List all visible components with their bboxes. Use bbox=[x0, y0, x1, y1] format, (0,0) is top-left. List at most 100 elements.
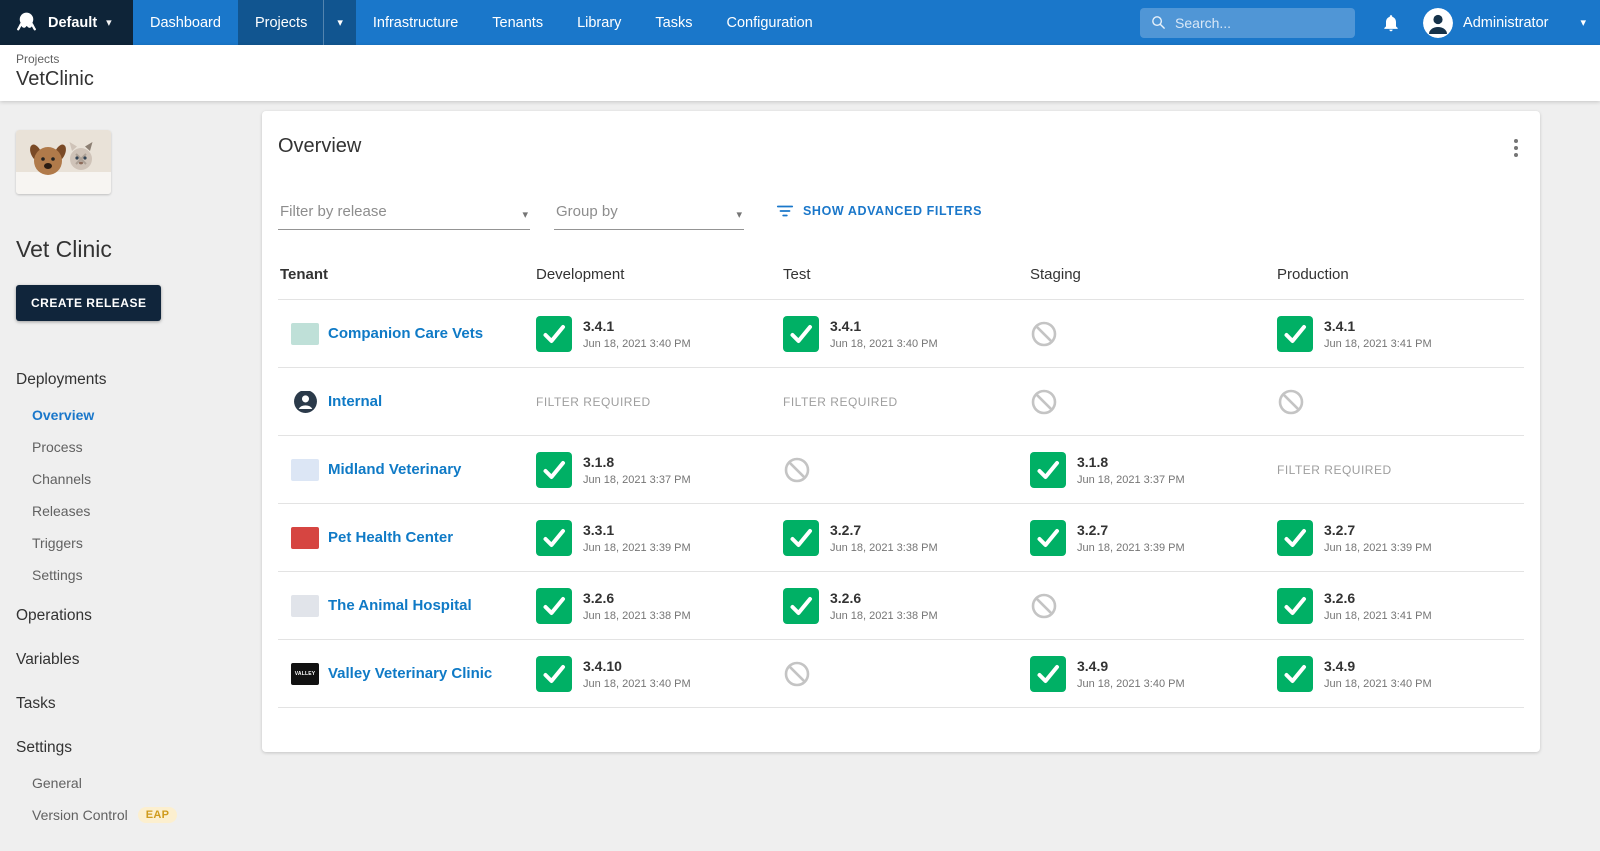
space-switcher[interactable]: Default ▾ bbox=[0, 0, 133, 45]
search-input[interactable] bbox=[1175, 14, 1346, 31]
deployment-cell-development: 3.1.8 Jun 18, 2021 3:37 PM bbox=[536, 451, 783, 488]
nav-item-projects[interactable]: Projects ▾ bbox=[237, 0, 356, 45]
tenant-link[interactable]: Internal bbox=[328, 393, 382, 410]
release-date: Jun 18, 2021 3:37 PM bbox=[583, 473, 691, 486]
success-check-icon bbox=[783, 587, 819, 624]
space-label: Default bbox=[48, 14, 98, 31]
deployment-cell-test: 3.2.7 Jun 18, 2021 3:38 PM bbox=[783, 519, 1030, 556]
deployment-cell-staging bbox=[1030, 592, 1277, 620]
nav-item-label: Projects bbox=[254, 14, 308, 31]
tenant-person-icon bbox=[291, 390, 319, 413]
nav-item-configuration[interactable]: Configuration bbox=[709, 0, 829, 45]
table-row-valley-veterinary-clinic: VALLEY Valley Veterinary Clinic 3.4.10 Jun … bbox=[278, 640, 1524, 708]
user-menu-chevron-icon[interactable]: ▾ bbox=[1580, 16, 1586, 29]
sidebar-section-variables[interactable]: Variables bbox=[16, 641, 246, 679]
sidebar-section-deployments[interactable]: Deployments bbox=[16, 361, 246, 399]
deployment-cell-staging bbox=[1030, 388, 1277, 416]
sidebar-item-settings[interactable]: Settings bbox=[16, 559, 246, 591]
deployment-cell-development: 3.3.1 Jun 18, 2021 3:39 PM bbox=[536, 519, 783, 556]
success-check-icon bbox=[1277, 655, 1313, 692]
tenant-logo bbox=[291, 458, 319, 481]
sidebar-item-channels[interactable]: Channels bbox=[16, 463, 246, 495]
nav-item-label: Tasks bbox=[655, 14, 693, 31]
overflow-menu-icon[interactable] bbox=[1508, 135, 1524, 161]
deployment-cell-test: 3.2.6 Jun 18, 2021 3:38 PM bbox=[783, 587, 1030, 624]
success-check-icon bbox=[1277, 315, 1313, 352]
show-advanced-filters-button[interactable]: SHOW ADVANCED FILTERS bbox=[776, 202, 982, 230]
success-check-icon bbox=[536, 315, 572, 352]
sidebar-item-label: Overview bbox=[32, 407, 95, 423]
breadcrumb-parent[interactable]: Projects bbox=[16, 52, 1584, 66]
breadcrumb: Projects VetClinic bbox=[0, 45, 1600, 101]
tenant-logo: VALLEY bbox=[291, 662, 319, 685]
sidebar-nav: Deployments Overview Process Channels Releas… bbox=[16, 361, 246, 831]
not-deployed-icon bbox=[783, 456, 811, 484]
release-date: Jun 18, 2021 3:40 PM bbox=[1324, 677, 1432, 690]
sidebar-section-settings[interactable]: Settings bbox=[16, 729, 246, 767]
sidebar-item-label: Releases bbox=[32, 503, 91, 519]
sidebar-item-general[interactable]: General bbox=[16, 767, 246, 799]
release-version: 3.4.9 bbox=[1077, 657, 1109, 674]
not-deployed-icon bbox=[1030, 592, 1058, 620]
success-check-icon bbox=[536, 519, 572, 556]
tenant-cell: VALLEY Valley Veterinary Clinic bbox=[278, 662, 536, 685]
deployment-cell-test: FILTER REQUIRED bbox=[783, 395, 1030, 409]
sidebar-item-version-control[interactable]: Version Control EAP bbox=[16, 799, 246, 831]
create-release-button[interactable]: CREATE RELEASE bbox=[16, 285, 162, 321]
deployment-cell-development: 3.4.1 Jun 18, 2021 3:40 PM bbox=[536, 315, 783, 352]
tenant-cell: Pet Health Center bbox=[278, 526, 536, 549]
not-deployed-icon bbox=[1030, 388, 1058, 416]
sidebar-item-triggers[interactable]: Triggers bbox=[16, 527, 246, 559]
table-row-pet-health-center: Pet Health Center 3.3.1 Jun 18, 2021 3:39 … bbox=[278, 504, 1524, 572]
sidebar-item-overview[interactable]: Overview bbox=[16, 399, 246, 431]
sidebar-section-tasks[interactable]: Tasks bbox=[16, 685, 246, 723]
tenant-link[interactable]: Midland Veterinary bbox=[328, 461, 461, 478]
deployment-cell-test bbox=[783, 456, 1030, 484]
release-date: Jun 18, 2021 3:38 PM bbox=[583, 609, 691, 622]
deployment-cell-test bbox=[783, 660, 1030, 688]
tenant-deployments-table: Tenant Development Test Staging Production C… bbox=[278, 256, 1524, 752]
filter-by-release-input[interactable] bbox=[278, 197, 530, 230]
release-info: 3.4.9 Jun 18, 2021 3:40 PM bbox=[1324, 658, 1432, 690]
tenant-link[interactable]: Valley Veterinary Clinic bbox=[328, 665, 492, 682]
sidebar-item-releases[interactable]: Releases bbox=[16, 495, 246, 527]
chevron-down-icon: ▾ bbox=[106, 17, 112, 29]
chevron-down-icon[interactable]: ▾ bbox=[324, 16, 356, 29]
tenant-logo bbox=[291, 322, 319, 345]
tenant-link[interactable]: Pet Health Center bbox=[328, 529, 453, 546]
deployment-cell-staging: 3.1.8 Jun 18, 2021 3:37 PM bbox=[1030, 451, 1277, 488]
tenant-cell: Internal bbox=[278, 390, 536, 413]
release-info: 3.2.6 Jun 18, 2021 3:38 PM bbox=[830, 590, 938, 622]
tenant-cell: The Animal Hospital bbox=[278, 594, 536, 617]
sidebar-item-process[interactable]: Process bbox=[16, 431, 246, 463]
sidebar-section-operations[interactable]: Operations bbox=[16, 597, 246, 635]
tenant-link[interactable]: Companion Care Vets bbox=[328, 325, 483, 342]
user-avatar[interactable] bbox=[1423, 7, 1454, 38]
card-title: Overview bbox=[278, 135, 362, 157]
filter-by-release-select[interactable]: ▾ bbox=[278, 197, 530, 230]
group-by-select[interactable]: ▾ bbox=[554, 197, 744, 230]
release-date: Jun 18, 2021 3:39 PM bbox=[583, 541, 691, 554]
nav-item-dashboard[interactable]: Dashboard bbox=[133, 0, 238, 45]
group-by-input[interactable] bbox=[554, 197, 744, 230]
global-search[interactable] bbox=[1140, 7, 1356, 38]
success-check-icon bbox=[1030, 655, 1066, 692]
nav-item-tenants[interactable]: Tenants bbox=[475, 0, 560, 45]
release-info: 3.4.1 Jun 18, 2021 3:40 PM bbox=[583, 318, 691, 350]
nav-item-tasks[interactable]: Tasks bbox=[638, 0, 709, 45]
nav-item-infrastructure[interactable]: Infrastructure bbox=[356, 0, 475, 45]
success-check-icon bbox=[1030, 519, 1066, 556]
release-version: 3.2.7 bbox=[1324, 521, 1356, 538]
octopus-logo-icon bbox=[14, 10, 39, 35]
tenant-cell: Companion Care Vets bbox=[278, 322, 536, 345]
release-date: Jun 18, 2021 3:39 PM bbox=[1324, 541, 1432, 554]
nav-item-library[interactable]: Library bbox=[560, 0, 638, 45]
column-header-development: Development bbox=[536, 266, 625, 283]
release-date: Jun 18, 2021 3:37 PM bbox=[1077, 473, 1185, 486]
tenant-link[interactable]: The Animal Hospital bbox=[328, 597, 472, 614]
project-logo-image bbox=[16, 130, 111, 194]
notifications-button[interactable] bbox=[1381, 13, 1401, 33]
release-date: Jun 18, 2021 3:38 PM bbox=[830, 541, 938, 554]
nav-item-label: Library bbox=[577, 14, 622, 31]
deployment-cell-production: 3.2.7 Jun 18, 2021 3:39 PM bbox=[1277, 519, 1524, 556]
